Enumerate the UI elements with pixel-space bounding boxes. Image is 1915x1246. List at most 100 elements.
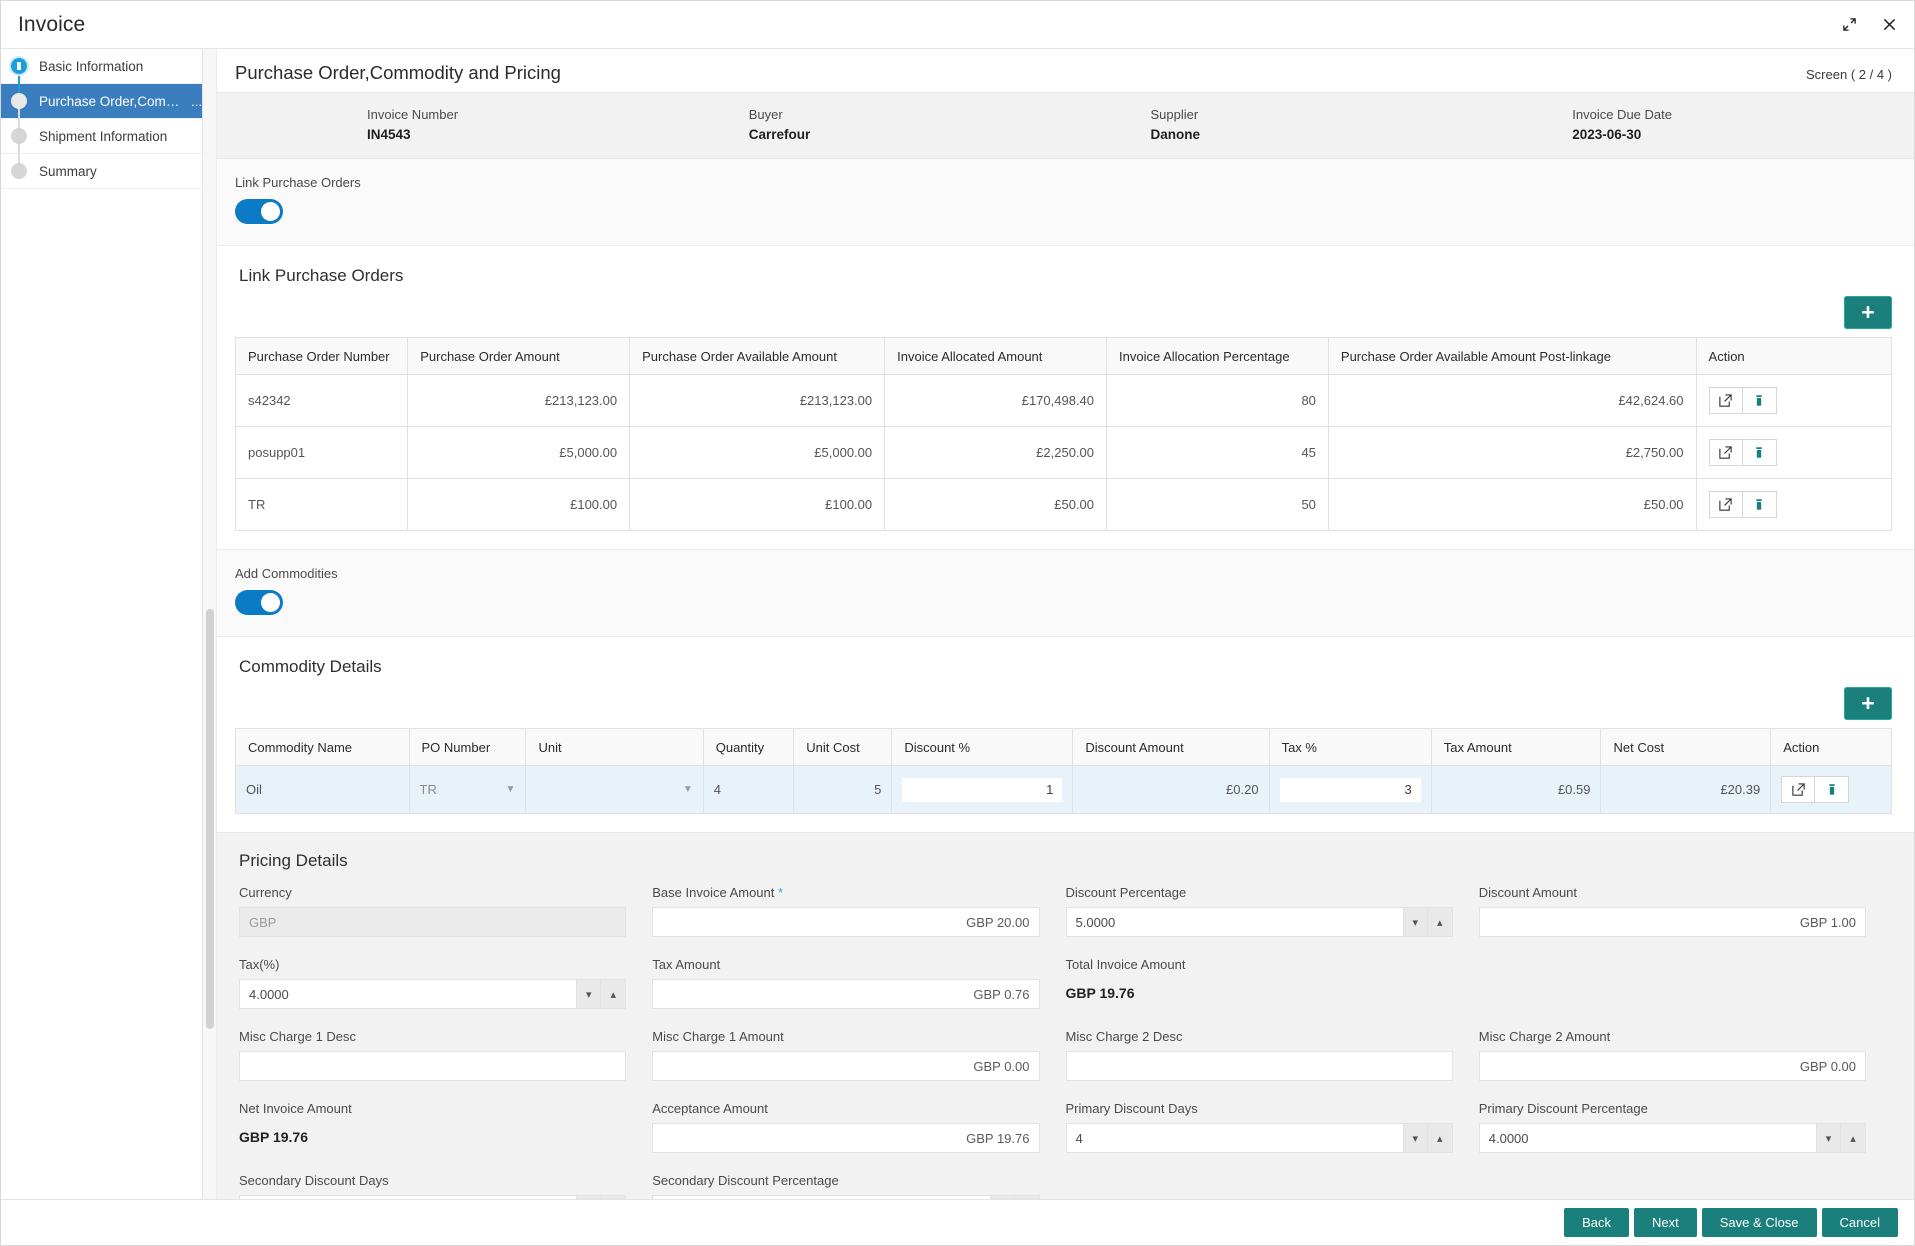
summary-supplier: Supplier Danone xyxy=(1091,107,1493,142)
step-marker-icon xyxy=(11,163,27,179)
add-commodities-toggle-label: Add Commodities xyxy=(235,566,338,581)
misc-charge-1-amount-input[interactable]: GBP 0.00 xyxy=(652,1051,1040,1081)
cell-tax-percent[interactable] xyxy=(1268,765,1432,814)
primary-discount-percentage-stepper[interactable]: 4.0000 ▾ ▴ xyxy=(1478,1123,1866,1153)
primary-discount-percentage-input[interactable]: 4.0000 xyxy=(1478,1123,1816,1153)
cell-post-linkage: £50.00 xyxy=(1327,478,1697,531)
cell-po-number: TR xyxy=(234,478,409,531)
field-label: Tax Amount xyxy=(652,957,721,972)
summary-value: 2023-06-30 xyxy=(1572,127,1642,142)
column-header-tax-percent: Tax % xyxy=(1268,728,1432,766)
cell-po-number-select[interactable]: TR ▼ xyxy=(408,765,527,814)
secondary-discount-days-input[interactable] xyxy=(239,1195,577,1199)
field-misc-charge-2-amount: Misc Charge 2 Amount GBP 0.00 xyxy=(1475,1029,1888,1101)
cell-discount-percent[interactable] xyxy=(891,765,1074,814)
column-header-commodity-name: Commodity Name xyxy=(235,728,410,766)
tax-percentage-stepper[interactable]: 4.0000 ▾ ▴ xyxy=(239,979,627,1009)
discount-percent-input[interactable] xyxy=(902,777,1063,802)
base-invoice-amount-input[interactable]: GBP 20.00 xyxy=(652,907,1040,937)
edit-row-icon[interactable] xyxy=(1708,491,1743,518)
chevron-down-icon[interactable]: ▾ xyxy=(576,979,602,1009)
sidebar-item-basic-information[interactable]: Basic Information xyxy=(1,49,202,84)
summary-invoice-due-date: Invoice Due Date 2023-06-30 xyxy=(1492,107,1914,142)
field-misc-charge-1-amount: Misc Charge 1 Amount GBP 0.00 xyxy=(648,1029,1061,1101)
chevron-down-icon[interactable]: ▾ xyxy=(1816,1123,1841,1153)
delete-row-icon[interactable] xyxy=(1742,387,1777,414)
cell-action xyxy=(1770,765,1892,814)
misc-charge-1-desc-input[interactable] xyxy=(239,1051,627,1081)
field-base-invoice-amount: Base Invoice Amount * GBP 20.00 xyxy=(648,885,1061,957)
chevron-up-icon[interactable]: ▴ xyxy=(1014,1195,1040,1199)
chevron-down-icon[interactable]: ▾ xyxy=(989,1195,1015,1199)
cell-commodity-name: Oil xyxy=(235,765,410,814)
discount-amount-input[interactable]: GBP 1.00 xyxy=(1478,907,1866,937)
delete-row-icon[interactable] xyxy=(1742,491,1777,518)
secondary-discount-days-stepper[interactable]: ▾ ▴ xyxy=(239,1195,627,1199)
chevron-up-icon[interactable]: ▴ xyxy=(1427,1123,1453,1153)
back-button[interactable]: Back xyxy=(1564,1208,1630,1237)
add-commodity-button[interactable]: + xyxy=(1844,687,1892,720)
content-scrollbar[interactable] xyxy=(203,49,217,1199)
chevron-down-icon[interactable]: ▾ xyxy=(576,1195,602,1199)
sidebar-item-summary[interactable]: Summary xyxy=(1,154,202,189)
scrollbar-thumb[interactable] xyxy=(206,609,214,1029)
delete-row-icon[interactable] xyxy=(1815,776,1850,803)
toggle-knob xyxy=(261,202,280,221)
chevron-up-icon[interactable]: ▴ xyxy=(1427,907,1453,937)
tax-percentage-input[interactable]: 4.0000 xyxy=(239,979,577,1009)
tax-percent-input[interactable] xyxy=(1279,777,1421,802)
link-purchase-orders-toggle[interactable] xyxy=(235,199,283,224)
discount-percentage-stepper[interactable]: 5.0000 ▾ ▴ xyxy=(1065,907,1453,937)
field-misc-charge-2-desc: Misc Charge 2 Desc xyxy=(1062,1029,1475,1101)
primary-discount-days-stepper[interactable]: 4 ▾ ▴ xyxy=(1065,1123,1453,1153)
column-header-action: Action xyxy=(1695,337,1893,375)
cell-action xyxy=(1695,426,1893,479)
cell-net-cost: £20.39 xyxy=(1600,765,1772,814)
cell-unit-select[interactable]: ▼ xyxy=(525,765,704,814)
add-purchase-order-button[interactable]: + xyxy=(1844,296,1892,329)
restore-icon[interactable] xyxy=(1838,14,1860,36)
chevron-down-icon[interactable]: ▾ xyxy=(1402,907,1428,937)
misc-charge-2-amount-input[interactable]: GBP 0.00 xyxy=(1478,1051,1866,1081)
cell-po-number: s42342 xyxy=(234,374,409,427)
chevron-up-icon[interactable]: ▴ xyxy=(601,1195,627,1199)
cancel-button[interactable]: Cancel xyxy=(1821,1208,1898,1237)
screen-header: Purchase Order,Commodity and Pricing Scr… xyxy=(217,49,1914,92)
column-header-discount-percent: Discount % xyxy=(891,728,1074,766)
save-and-close-button[interactable]: Save & Close xyxy=(1701,1208,1817,1237)
link-purchase-orders-toolbar: + xyxy=(235,290,1892,337)
column-header-tax-amount: Tax Amount xyxy=(1430,728,1602,766)
plus-icon: + xyxy=(1861,690,1875,716)
field-label: Misc Charge 2 Amount xyxy=(1478,1029,1611,1044)
chevron-up-icon[interactable]: ▴ xyxy=(601,979,627,1009)
field-label: Primary Discount Percentage xyxy=(1478,1101,1648,1116)
summary-buyer: Buyer Carrefour xyxy=(709,107,1091,142)
secondary-discount-percentage-stepper[interactable]: ▾ ▴ xyxy=(652,1195,1040,1199)
sidebar-item-shipment-information[interactable]: Shipment Information xyxy=(1,119,202,154)
delete-row-icon[interactable] xyxy=(1742,439,1777,466)
close-icon[interactable] xyxy=(1878,14,1900,36)
field-label: Primary Discount Days xyxy=(1065,1101,1198,1116)
edit-row-icon[interactable] xyxy=(1781,776,1816,803)
field-label: Total Invoice Amount xyxy=(1065,957,1186,972)
sidebar-item-purchase-order-commodity[interactable]: Purchase Order,Commodity ... xyxy=(1,84,202,119)
tax-amount-input[interactable]: GBP 0.76 xyxy=(652,979,1040,1009)
cell-action xyxy=(1695,478,1893,531)
chevron-up-icon[interactable]: ▴ xyxy=(1841,1123,1866,1153)
next-button[interactable]: Next xyxy=(1634,1208,1697,1237)
cell-invoice-allocated: £50.00 xyxy=(884,478,1108,531)
edit-row-icon[interactable] xyxy=(1708,387,1743,414)
summary-label: Invoice Due Date xyxy=(1572,107,1672,122)
edit-row-icon[interactable] xyxy=(1708,439,1743,466)
primary-discount-days-input[interactable]: 4 xyxy=(1065,1123,1403,1153)
add-commodities-toggle[interactable] xyxy=(235,590,283,615)
chevron-down-icon[interactable]: ▾ xyxy=(1402,1123,1428,1153)
summary-invoice-number: Invoice Number IN4543 xyxy=(217,107,709,142)
wizard-sidebar: Basic Information Purchase Order,Commodi… xyxy=(1,49,203,1199)
misc-charge-2-desc-input[interactable] xyxy=(1065,1051,1453,1081)
window-title: Invoice xyxy=(18,12,86,36)
secondary-discount-percentage-input[interactable] xyxy=(652,1195,990,1199)
table-row: Oil TR ▼ ▼ 4 5 1 £0.20 3 £0.59 £20.39 xyxy=(235,765,1892,814)
acceptance-amount-input[interactable]: GBP 19.76 xyxy=(652,1123,1040,1153)
discount-percentage-input[interactable]: 5.0000 xyxy=(1065,907,1403,937)
